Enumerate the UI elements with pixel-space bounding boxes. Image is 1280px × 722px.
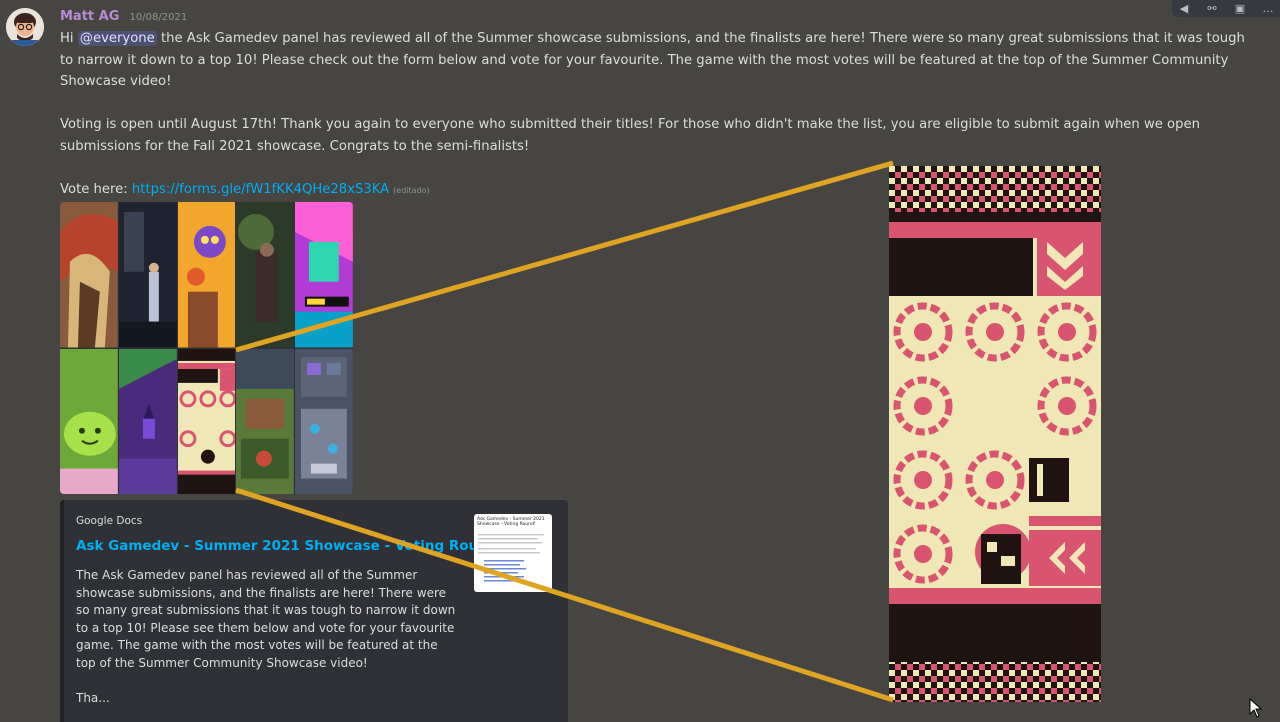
- mouse-cursor-icon: [1249, 698, 1263, 718]
- zoom-callout-lines: [235, 160, 894, 703]
